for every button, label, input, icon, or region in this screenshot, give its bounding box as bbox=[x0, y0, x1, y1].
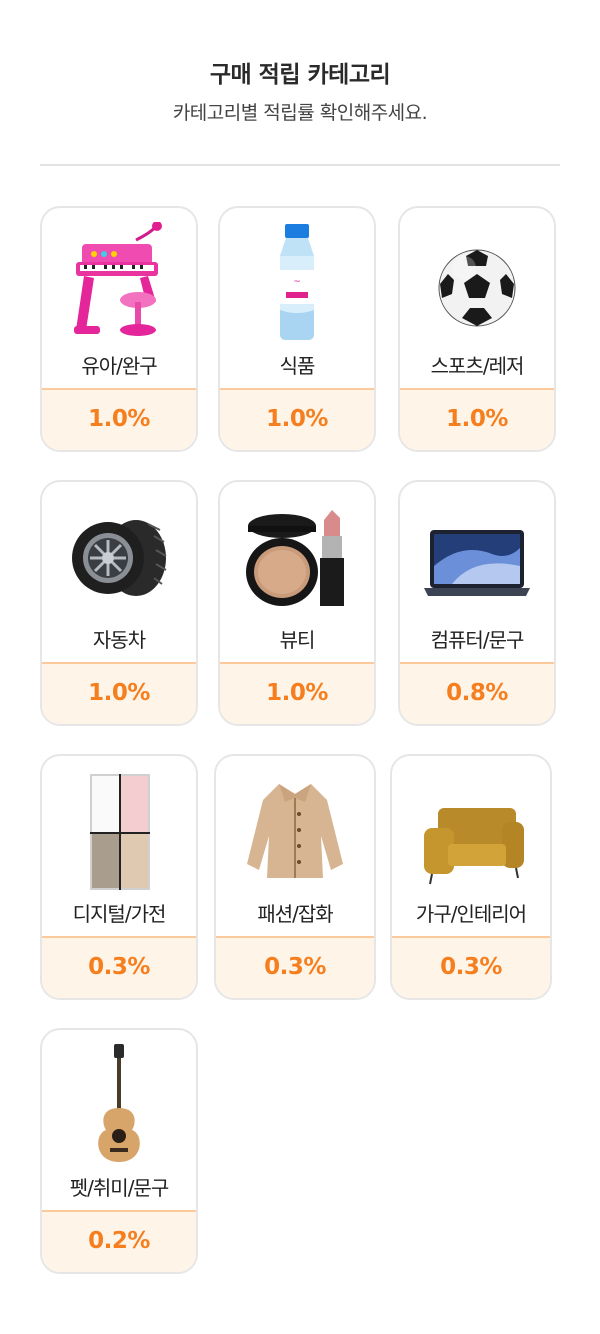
category-rate: 1.0% bbox=[42, 662, 196, 724]
tire-icon bbox=[42, 496, 196, 616]
laptop-icon bbox=[400, 496, 554, 616]
cosmetics-icon bbox=[220, 496, 374, 616]
svg-text:~: ~ bbox=[293, 277, 301, 287]
category-card-automotive[interactable]: 자동차 1.0% bbox=[40, 480, 198, 726]
category-label: 식품 bbox=[279, 354, 316, 378]
category-rate: 1.0% bbox=[220, 662, 374, 724]
category-label: 컴퓨터/문구 bbox=[430, 628, 525, 652]
category-rate: 0.3% bbox=[216, 936, 374, 998]
category-rate: 0.3% bbox=[392, 936, 550, 998]
category-label: 자동차 bbox=[92, 628, 146, 652]
category-label: 스포츠/레저 bbox=[430, 354, 525, 378]
refrigerator-icon bbox=[42, 770, 196, 890]
page-subtitle: 카테고리별 적립률 확인해주세요. bbox=[172, 102, 428, 124]
category-card-digital[interactable]: 디지털/가전 0.3% bbox=[40, 754, 198, 1000]
jacket-icon bbox=[216, 770, 374, 890]
category-rate: 1.0% bbox=[400, 388, 554, 450]
category-rate: 1.0% bbox=[220, 388, 374, 450]
category-rate: 0.3% bbox=[42, 936, 196, 998]
soccer-ball-icon bbox=[400, 222, 554, 342]
category-card-furniture[interactable]: 가구/인테리어 0.3% bbox=[390, 754, 552, 1000]
category-rate: 1.0% bbox=[42, 388, 196, 450]
category-card-pet-hobby[interactable]: 펫/취미/문구 0.2% bbox=[40, 1028, 198, 1274]
category-card-fashion[interactable]: 패션/잡화 0.3% bbox=[214, 754, 376, 1000]
sofa-icon bbox=[392, 770, 550, 890]
water-bottle-icon: ~ bbox=[220, 222, 374, 342]
category-label: 뷰티 bbox=[279, 628, 316, 652]
category-rate: 0.8% bbox=[400, 662, 554, 724]
category-label: 디지털/가전 bbox=[72, 902, 167, 926]
category-card-computer[interactable]: 컴퓨터/문구 0.8% bbox=[398, 480, 556, 726]
category-label: 펫/취미/문구 bbox=[69, 1176, 169, 1200]
category-card-food[interactable]: ~ 식품 1.0% bbox=[218, 206, 376, 452]
category-rate: 0.2% bbox=[42, 1210, 196, 1272]
guitar-icon bbox=[42, 1044, 196, 1164]
toy-piano-icon bbox=[42, 222, 196, 342]
category-label: 유아/완구 bbox=[81, 354, 157, 378]
category-label: 패션/잡화 bbox=[257, 902, 333, 926]
category-card-baby-toys[interactable]: 유아/완구 1.0% bbox=[40, 206, 198, 452]
category-card-beauty[interactable]: 뷰티 1.0% bbox=[218, 480, 376, 726]
category-label: 가구/인테리어 bbox=[415, 902, 527, 926]
divider bbox=[40, 164, 560, 166]
page-title: 구매 적립 카테고리 bbox=[209, 62, 391, 88]
category-card-sports[interactable]: 스포츠/레저 1.0% bbox=[398, 206, 556, 452]
